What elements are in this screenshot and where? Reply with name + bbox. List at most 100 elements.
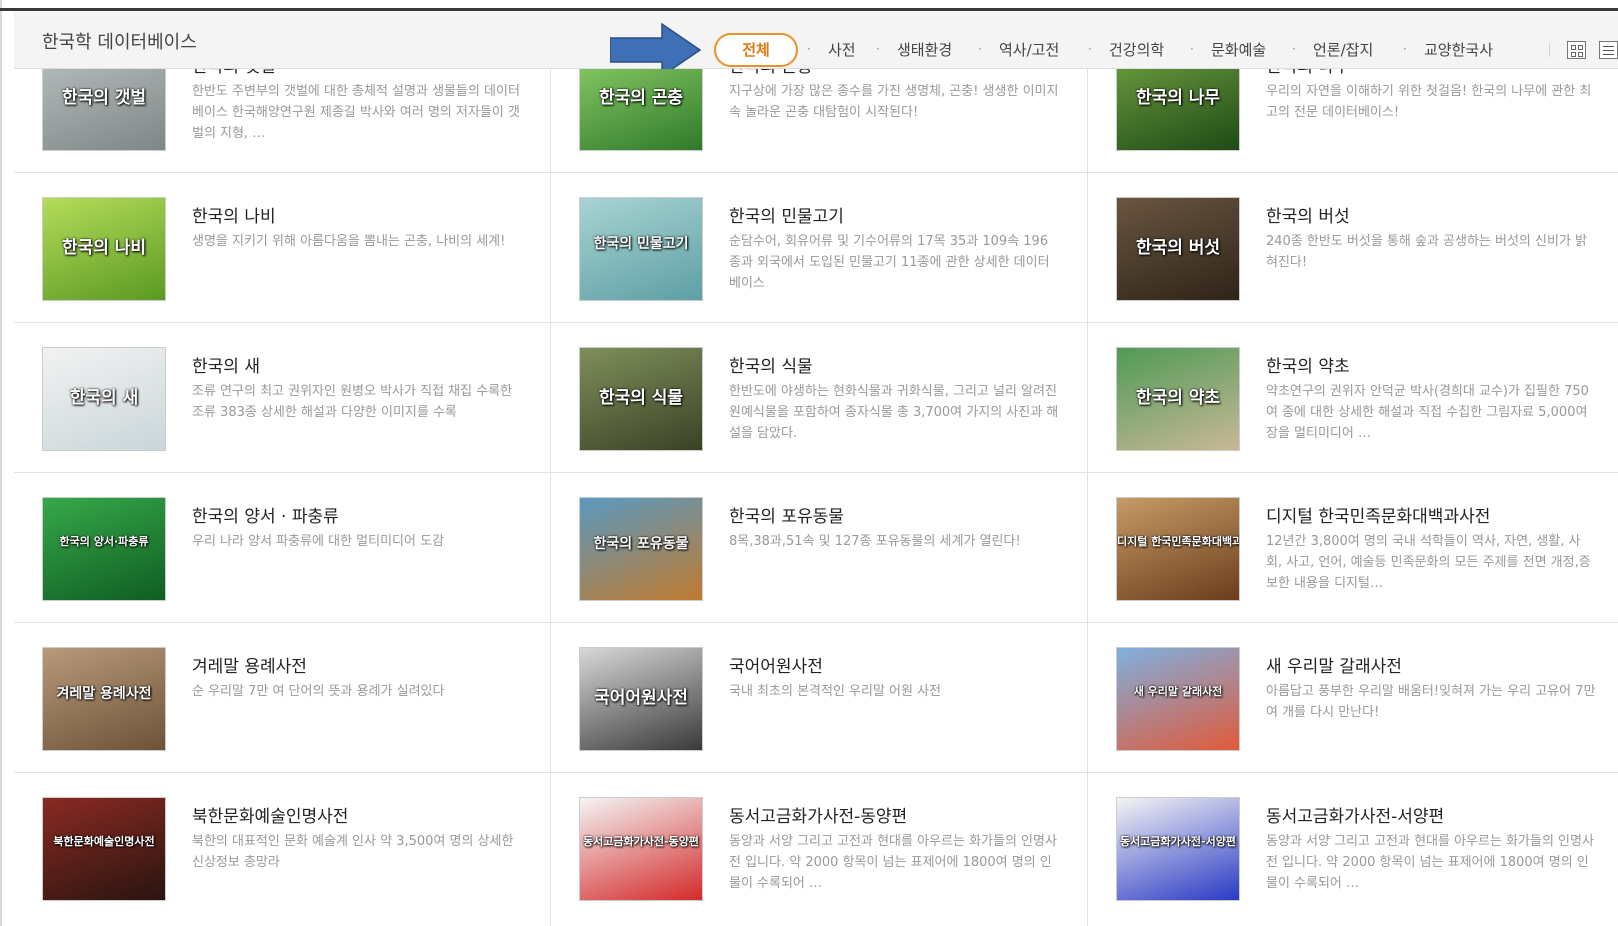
tab-press[interactable]: 언론/잡지 — [1313, 39, 1373, 60]
database-card[interactable]: 새 우리말 갈래사전 새 우리말 갈래사전 아름답고 풍부한 우리말 배움터!잊혀져… — [1088, 623, 1608, 773]
thumbnail-title: 한국의 민물고기 — [593, 235, 689, 252]
database-thumbnail[interactable]: 한국의 약초 — [1116, 347, 1240, 451]
view-toggle-divider — [1549, 43, 1550, 57]
tab-history[interactable]: 역사/고전 — [999, 39, 1059, 60]
database-thumbnail[interactable]: 한국의 버섯 — [1116, 197, 1240, 301]
database-thumbnail[interactable]: 한국의 곤충 — [579, 69, 703, 151]
database-description: 한반도에 야생하는 현화식물과 귀화식물, 그리고 널리 알려진 원예식물을 포… — [729, 384, 1059, 441]
database-card[interactable]: 한국의 곤충한국의 곤충지구상에 가장 많은 종수를 가진 생명체, 곤충! 생… — [551, 69, 1071, 173]
tab-dictionary[interactable]: 사전 — [828, 39, 856, 60]
database-name[interactable]: 새 우리말 갈래사전 — [1266, 652, 1402, 677]
database-card[interactable]: 겨레말 용례사전 겨레말 용례사전 순 우리말 7만 여 단어의 뜻과 용례가 실려… — [14, 623, 534, 773]
database-card[interactable]: 한국의 약초 한국의 약초 약초연구의 권위자 안덕균 박사(경희대 교수)가 집필… — [1088, 323, 1608, 473]
database-description: 한반도 주변부의 갯벌에 대한 총체적 설명과 생물들의 데이터베이스 한국해양… — [192, 84, 520, 141]
database-name[interactable]: 국어어원사전 — [729, 652, 823, 677]
tab-separator-dot: · — [1088, 42, 1092, 56]
database-card[interactable]: 동서고금화가사전-서양편 동서고금화가사전-서양편 동양과 서양 그리고 고전과 현… — [1088, 773, 1608, 923]
database-card[interactable]: 한국의 버섯 한국의 버섯 240종 한반도 버섯을 통해 숲과 공생하는 버섯의 … — [1088, 173, 1608, 323]
database-thumbnail[interactable]: 새 우리말 갈래사전 — [1116, 647, 1240, 751]
database-thumbnail[interactable]: 한국의 나비 — [42, 197, 166, 301]
database-name[interactable]: 한국의 약초 — [1266, 352, 1350, 377]
database-card[interactable]: 한국의 양서·파충류 한국의 양서 · 파충류우리 나라 양서 파충류에 대한 멀… — [14, 473, 534, 623]
database-card[interactable]: 북한문화예술인명사전 북한문화예술인명사전 북한의 대표적인 문화 예술계 인사 약… — [14, 773, 534, 923]
database-name[interactable]: 한국의 새 — [192, 352, 260, 377]
thumbnail-title: 한국의 곤충 — [598, 87, 684, 108]
tab-health[interactable]: 건강의학 — [1109, 39, 1164, 60]
database-thumbnail[interactable]: 동서고금화가사전-서양편 — [1116, 797, 1240, 901]
tab-korean-history[interactable]: 교양한국사 — [1424, 39, 1493, 60]
thumbnail-title: 한국의 갯벌 — [61, 87, 147, 108]
database-card[interactable]: 국어어원사전 국어어원사전 국내 최초의 본격적인 우리말 어원 사전 — [551, 623, 1071, 773]
tab-separator-dot: · — [1190, 42, 1194, 56]
thumbnail-title: 한국의 버섯 — [1135, 237, 1221, 258]
tab-all[interactable]: 전체 — [714, 33, 798, 67]
database-name[interactable]: 한국의 식물 — [729, 352, 813, 377]
database-description: 우리 나라 양서 파충류에 대한 멀티미디어 도감 — [192, 534, 445, 549]
database-card[interactable]: 한국의 나비 한국의 나비 생명을 지키기 위해 아름다움을 뽐내는 곤충, 나비의… — [14, 173, 534, 323]
tab-ecology[interactable]: 생태환경 — [897, 39, 952, 60]
database-card[interactable]: 한국의 나무한국의 나무우리의 자연을 이해하기 위한 첫걸음! 한국의 나무에… — [1088, 69, 1608, 173]
list-view-icon[interactable] — [1599, 41, 1618, 59]
database-name[interactable]: 동서고금화가사전-서양편 — [1266, 802, 1444, 827]
database-card[interactable]: 한국의 민물고기 한국의 민물고기 순담수어, 회유어류 및 기수어류의 17목 3… — [551, 173, 1071, 323]
database-name[interactable]: 한국의 나무 — [1266, 69, 1350, 77]
database-description: 순 우리말 7만 여 단어의 뜻과 용례가 실려있다 — [192, 684, 445, 699]
database-thumbnail[interactable]: 한국의 양서·파충류 — [42, 497, 166, 601]
database-thumbnail[interactable]: 디지털 한국민족문화대백과사전 — [1116, 497, 1240, 601]
database-card[interactable]: 한국의 갯벌한국의 갯벌한반도 주변부의 갯벌에 대한 총체적 설명과 생물들의… — [14, 69, 534, 173]
database-name[interactable]: 한국의 나비 — [192, 202, 276, 227]
database-name[interactable]: 한국의 곤충 — [729, 69, 813, 77]
database-name[interactable]: 한국의 버섯 — [1266, 202, 1350, 227]
database-name[interactable]: 한국의 갯벌 — [192, 69, 276, 77]
database-thumbnail[interactable]: 동서고금화가사전-동양편 — [579, 797, 703, 901]
database-name[interactable]: 한국의 양서 · 파충류 — [192, 502, 339, 527]
database-thumbnail[interactable]: 겨레말 용례사전 — [42, 647, 166, 751]
site-title[interactable]: 한국학 데이터베이스 — [42, 28, 197, 54]
thumbnail-title: 북한문화예술인명사전 — [53, 834, 155, 848]
database-card[interactable]: 동서고금화가사전-동양편 동서고금화가사전-동양편 동양과 서양 그리고 고전과 현… — [551, 773, 1071, 923]
database-card[interactable]: 한국의 새 한국의 새 조류 연구의 최고 권위자인 원병오 박사가 직접 채집 수… — [14, 323, 534, 473]
grid-view-icon[interactable] — [1567, 41, 1586, 59]
database-thumbnail[interactable]: 국어어원사전 — [579, 647, 703, 751]
database-name[interactable]: 겨레말 용례사전 — [192, 652, 307, 677]
database-thumbnail[interactable]: 한국의 식물 — [579, 347, 703, 451]
thumbnail-title: 한국의 새 — [69, 387, 139, 408]
database-description: 국내 최초의 본격적인 우리말 어원 사전 — [729, 684, 942, 699]
tab-separator-dot: · — [978, 42, 982, 56]
database-description: 아름답고 풍부한 우리말 배움터!잊혀져 가는 우리 고유어 7만여 개를 다시… — [1266, 684, 1596, 720]
database-description: 약초연구의 권위자 안덕균 박사(경희대 교수)가 집필한 750여 종에 대한… — [1266, 384, 1589, 441]
database-name[interactable]: 북한문화예술인명사전 — [192, 802, 348, 827]
database-card[interactable]: 한국의 포유동물 한국의 포유동물 8목,38과,51속 및 127종 포유동물의 … — [551, 473, 1071, 623]
database-thumbnail[interactable]: 한국의 포유동물 — [579, 497, 703, 601]
database-thumbnail[interactable]: 한국의 민물고기 — [579, 197, 703, 301]
thumbnail-title: 동서고금화가사전-동양편 — [583, 834, 699, 848]
tab-culture[interactable]: 문화예술 — [1211, 39, 1266, 60]
database-description: 북한의 대표적인 문화 예술계 인사 약 3,500여 명의 상세한 신상정보 … — [192, 834, 514, 870]
database-description: 동양과 서양 그리고 고전과 현대를 아우르는 화가들의 인명사전 입니다. 약… — [1266, 834, 1594, 891]
database-thumbnail[interactable]: 한국의 새 — [42, 347, 166, 451]
database-description: 12년간 3,800여 명의 국내 석학들이 역사, 자연, 생활, 사회, 사… — [1266, 534, 1591, 591]
database-description: 순담수어, 회유어류 및 기수어류의 17목 35과 109속 196종과 외국… — [729, 234, 1050, 291]
thumbnail-title: 디지털 한국민족문화대백과사전 — [1117, 534, 1239, 548]
tab-separator-dot: · — [1292, 42, 1296, 56]
database-thumbnail[interactable]: 한국의 갯벌 — [42, 69, 166, 151]
thumbnail-title: 한국의 약초 — [1135, 387, 1221, 408]
database-card[interactable]: 한국의 식물 한국의 식물 한반도에 야생하는 현화식물과 귀화식물, 그리고 널리… — [551, 323, 1071, 473]
thumbnail-title: 한국의 나무 — [1135, 87, 1221, 108]
database-description: 8목,38과,51속 및 127종 포유동물의 세계가 열린다! — [729, 534, 1021, 549]
tab-separator-dot: · — [876, 42, 880, 56]
database-thumbnail[interactable]: 한국의 나무 — [1116, 69, 1240, 151]
database-description: 조류 연구의 최고 권위자인 원병오 박사가 직접 채집 수록한 조류 383종… — [192, 384, 513, 420]
database-name[interactable]: 한국의 민물고기 — [729, 202, 844, 227]
thumbnail-title: 겨레말 용례사전 — [56, 685, 152, 702]
database-card[interactable]: 디지털 한국민족문화대백과사전디지털 한국민족문화대백과사전12년간 3,800… — [1088, 473, 1608, 623]
thumbnail-title: 한국의 양서·파충류 — [59, 534, 149, 548]
database-description: 240종 한반도 버섯을 통해 숲과 공생하는 버섯의 신비가 밝혀진다! — [1266, 234, 1587, 270]
database-name[interactable]: 한국의 포유동물 — [729, 502, 844, 527]
database-name[interactable]: 디지털 한국민족문화대백과사전 — [1266, 502, 1490, 527]
window-left-edge — [0, 0, 2, 926]
thumbnail-title: 한국의 식물 — [598, 387, 684, 408]
database-thumbnail[interactable]: 북한문화예술인명사전 — [42, 797, 166, 901]
tab-separator-dot: · — [807, 42, 811, 56]
database-name[interactable]: 동서고금화가사전-동양편 — [729, 802, 907, 827]
